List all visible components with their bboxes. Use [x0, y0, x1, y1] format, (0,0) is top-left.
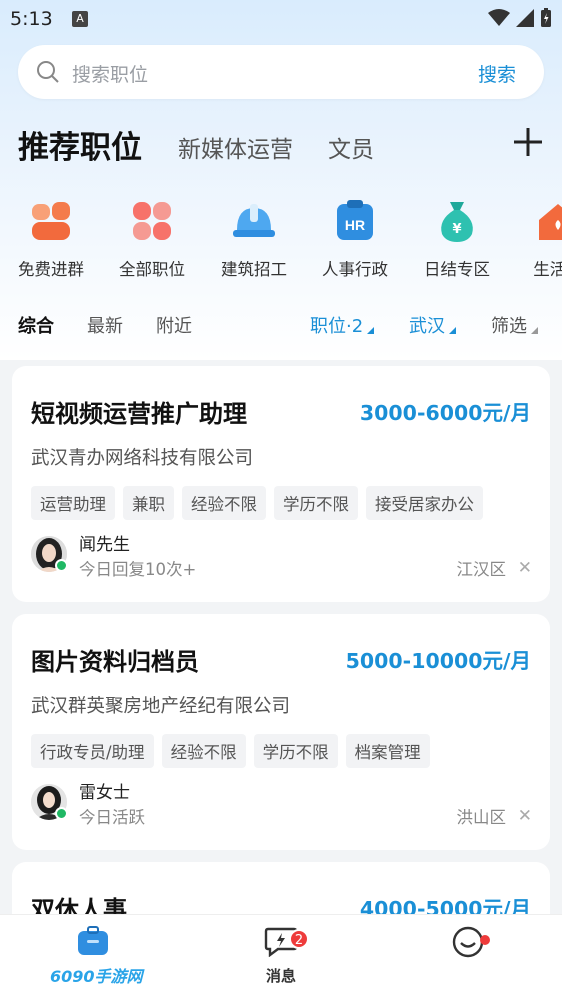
recruiter-name: 闻先生 — [79, 535, 130, 555]
company-name: 武汉青办网络科技有限公司 — [31, 448, 254, 469]
filter-city-label: 武汉 — [409, 316, 445, 337]
message-count-badge: 2 — [289, 929, 309, 949]
job-salary: 5000-10000元/月 — [345, 649, 531, 673]
job-district: 江汉区 — [456, 560, 507, 579]
briefcase-icon — [78, 926, 108, 955]
job-card[interactable]: 短视频运营推广助理 3000-6000元/月 武汉青办网络科技有限公司 运营助理… — [12, 366, 550, 602]
nav-messages-label: 消息 — [265, 967, 296, 985]
nav-profile[interactable] — [418, 925, 518, 963]
search-icon — [37, 61, 59, 83]
category-life-service[interactable]: 生活服 — [508, 198, 562, 280]
search-bar[interactable]: 搜索职位 搜索 — [18, 45, 544, 99]
filter-nearby[interactable]: 附近 — [156, 312, 192, 338]
job-tags: 行政专员/助理 经验不限 学历不限 档案管理 — [31, 734, 430, 768]
signal-icon — [516, 9, 534, 27]
company-name: 武汉群英聚房地产经纪有限公司 — [31, 696, 291, 717]
category-all-jobs[interactable]: 全部职位 — [102, 198, 202, 280]
recruiter-activity: 今日活跃 — [79, 808, 145, 827]
job-tag: 接受居家办公 — [366, 486, 483, 520]
add-tab-icon[interactable] — [512, 126, 544, 158]
category-label: 建筑招工 — [221, 260, 287, 279]
notification-badge-icon: A — [72, 11, 88, 27]
grid-icon — [133, 202, 171, 240]
hr-icon: HR — [337, 200, 373, 240]
job-tag: 经验不限 — [161, 734, 246, 768]
tab-clerk[interactable]: 文员 — [328, 130, 374, 164]
helmet-icon — [233, 204, 275, 237]
job-tag: 学历不限 — [253, 734, 338, 768]
wifi-icon — [488, 9, 510, 26]
profile-notification-dot — [480, 935, 490, 945]
dropdown-triangle-icon — [367, 327, 375, 334]
category-row: 免费进群 全部职位 建筑招工 HR 人事行政 ¥ 日结专区 生活服 — [0, 198, 562, 288]
filter-bar: 综合 最新 附近 职位·2 武汉 筛选 — [0, 304, 562, 350]
job-tag: 学历不限 — [274, 486, 358, 520]
category-free-group[interactable]: 免费进群 — [1, 198, 101, 280]
search-input[interactable]: 搜索职位 — [72, 60, 148, 87]
nav-jobs[interactable] — [43, 925, 143, 961]
category-construction[interactable]: 建筑招工 — [204, 198, 304, 280]
filter-position-dropdown[interactable]: 职位·2 — [310, 312, 375, 338]
job-tag: 经验不限 — [182, 486, 266, 520]
search-button[interactable]: 搜索 — [478, 60, 516, 87]
filter-comprehensive[interactable]: 综合 — [18, 312, 54, 338]
svg-text:¥: ¥ — [452, 222, 461, 237]
system-icons — [488, 8, 552, 28]
nav-messages[interactable]: 2 消息 — [231, 925, 331, 986]
svg-text:HR: HR — [345, 217, 365, 233]
job-salary: 3000-6000元/月 — [359, 401, 531, 425]
group-icon — [32, 202, 70, 240]
job-tabs: 推荐职位 新媒体运营 文员 — [18, 118, 548, 168]
filter-more-label: 筛选 — [491, 316, 527, 337]
bottom-navigation: 2 消息 — [0, 914, 562, 1000]
dropdown-triangle-icon — [449, 327, 456, 334]
battery-icon — [541, 8, 551, 27]
category-label: 生活服 — [533, 260, 562, 279]
job-district: 洪山区 — [456, 808, 507, 827]
online-indicator — [55, 807, 68, 820]
dismiss-icon[interactable]: ✕ — [518, 806, 532, 826]
recruiter-name: 雷女士 — [79, 783, 130, 803]
filter-latest[interactable]: 最新 — [87, 312, 123, 338]
filter-city-dropdown[interactable]: 武汉 — [409, 312, 456, 338]
status-time: 5:13 — [10, 8, 53, 30]
category-label: 日结专区 — [424, 260, 490, 279]
dismiss-icon[interactable]: ✕ — [518, 558, 532, 578]
job-card[interactable]: 图片资料归档员 5000-10000元/月 武汉群英聚房地产经纪有限公司 行政专… — [12, 614, 550, 850]
category-daily-pay[interactable]: ¥ 日结专区 — [407, 198, 507, 280]
online-indicator — [55, 559, 68, 572]
dropdown-triangle-icon — [531, 327, 538, 334]
home-icon — [539, 204, 562, 240]
money-bag-icon: ¥ — [441, 202, 473, 242]
job-title: 图片资料归档员 — [31, 648, 199, 676]
category-label: 全部职位 — [119, 260, 185, 279]
job-tags: 运营助理 兼职 经验不限 学历不限 接受居家办公 — [31, 486, 483, 520]
job-tag: 兼职 — [123, 486, 174, 520]
tab-recommended[interactable]: 推荐职位 — [18, 122, 142, 167]
status-bar: 5:13 A — [0, 0, 562, 40]
filter-position-label: 职位·2 — [310, 316, 364, 337]
category-label: 免费进群 — [18, 260, 84, 279]
recruiter-activity: 今日回复10次+ — [79, 560, 197, 579]
job-tag: 行政专员/助理 — [31, 734, 154, 768]
job-title: 短视频运营推广助理 — [31, 400, 247, 428]
filter-more-dropdown[interactable]: 筛选 — [491, 312, 538, 338]
category-hr-admin[interactable]: HR 人事行政 — [305, 198, 405, 280]
watermark-logo: 6090手游网 — [50, 967, 143, 986]
job-tag: 档案管理 — [345, 734, 430, 768]
tab-new-media[interactable]: 新媒体运营 — [178, 130, 293, 164]
category-label: 人事行政 — [322, 260, 388, 279]
job-tag: 运营助理 — [31, 486, 115, 520]
